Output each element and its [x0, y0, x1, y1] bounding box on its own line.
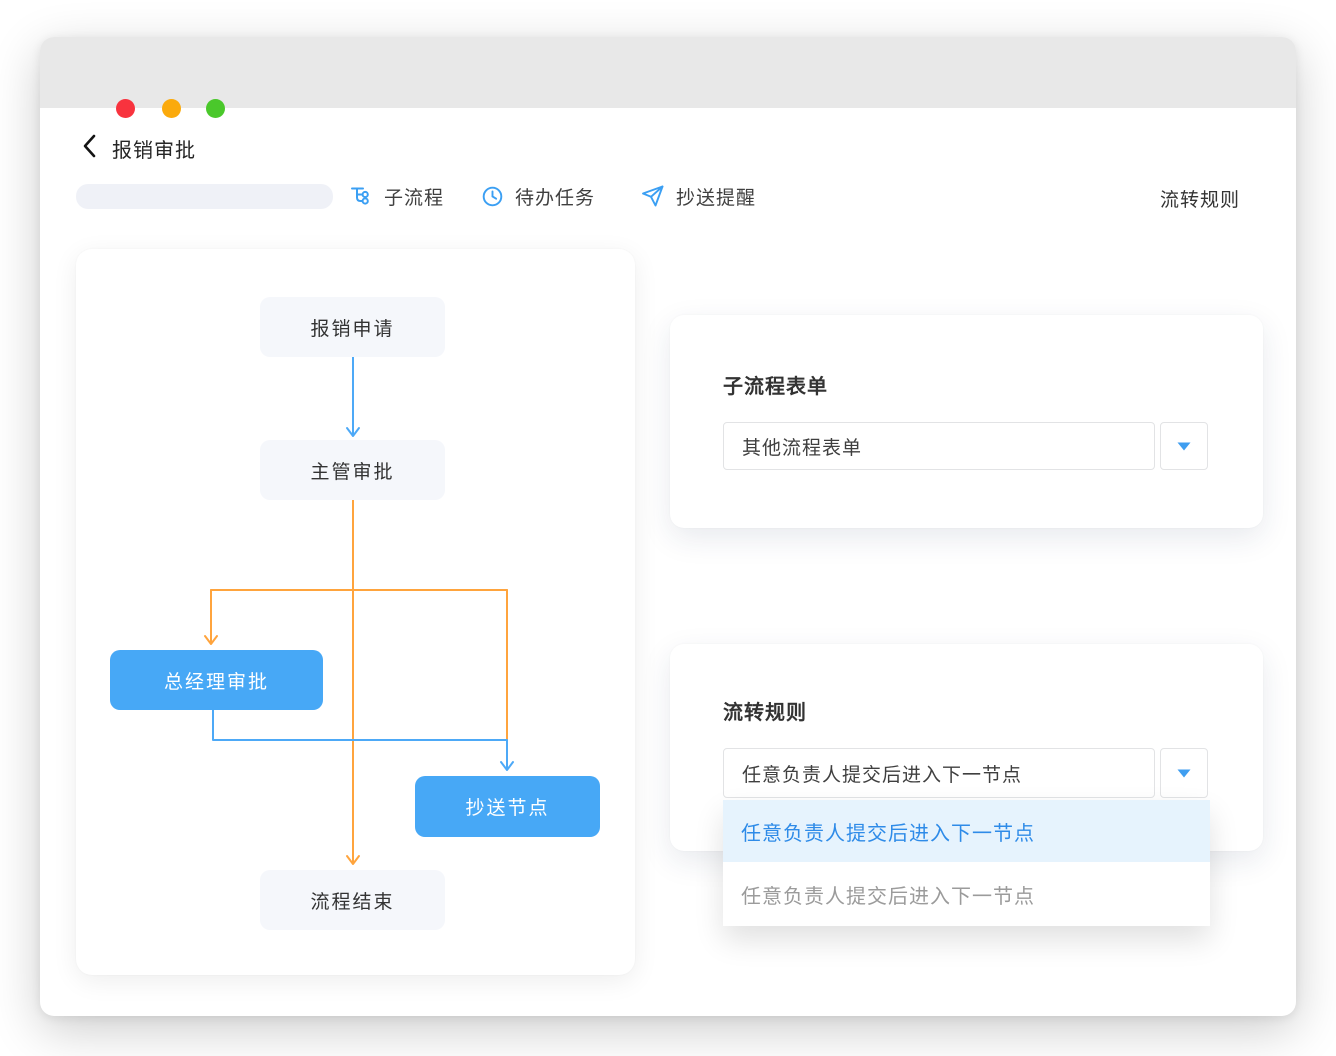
- flow-rule-select-button[interactable]: [1160, 748, 1208, 798]
- toolbar-item-cc-reminder[interactable]: 抄送提醒: [640, 182, 756, 210]
- search-pill[interactable]: [76, 184, 333, 209]
- flowchart-canvas: 报销申请 主管审批 总经理审批 抄送节点 流程结束: [76, 249, 635, 975]
- back-button[interactable]: [80, 133, 100, 159]
- dropdown-option[interactable]: 任意负责人提交后进入下一节点: [723, 862, 1210, 926]
- toolbar-label-todo-tasks: 待办任务: [515, 183, 595, 210]
- toolbar-label-cc-reminder: 抄送提醒: [676, 183, 756, 210]
- page-title: 报销审批: [112, 134, 196, 163]
- zoom-window-icon[interactable]: [206, 99, 225, 118]
- flow-node-cc[interactable]: 抄送节点: [415, 776, 600, 837]
- flow-rule-title: 流转规则: [723, 696, 807, 725]
- toolbar-item-todo-tasks[interactable]: 待办任务: [481, 182, 595, 210]
- subflow-icon: [349, 185, 373, 208]
- subflow-form-panel: 子流程表单 其他流程表单: [670, 315, 1263, 528]
- flow-node-start[interactable]: 报销申请: [260, 297, 445, 357]
- flow-rules-link[interactable]: 流转规则: [1160, 185, 1240, 212]
- flow-rule-dropdown: 任意负责人提交后进入下一节点 任意负责人提交后进入下一节点: [723, 800, 1210, 926]
- flow-rule-select[interactable]: 任意负责人提交后进入下一节点: [723, 748, 1155, 798]
- toolbar-label-subflow: 子流程: [384, 183, 444, 210]
- send-icon: [640, 184, 665, 208]
- flow-node-end[interactable]: 流程结束: [260, 870, 445, 930]
- toolbar-item-subflow[interactable]: 子流程: [349, 182, 444, 210]
- chevron-left-icon: [80, 133, 100, 159]
- flow-node-supervisor-approval[interactable]: 主管审批: [260, 440, 445, 500]
- flow-node-gm-approval[interactable]: 总经理审批: [110, 650, 323, 710]
- clock-icon: [481, 185, 504, 208]
- close-window-icon[interactable]: [116, 99, 135, 118]
- subflow-form-title: 子流程表单: [723, 370, 828, 399]
- dropdown-option-selected[interactable]: 任意负责人提交后进入下一节点: [723, 800, 1210, 862]
- subflow-form-select-button[interactable]: [1160, 422, 1208, 470]
- chevron-down-icon: [1176, 766, 1192, 780]
- flowchart-edges: [76, 249, 635, 975]
- app-screen: 报销审批 子流程 待办任务: [0, 0, 1336, 1056]
- minimize-window-icon[interactable]: [162, 99, 181, 118]
- subflow-form-select[interactable]: 其他流程表单: [723, 422, 1155, 470]
- chevron-down-icon: [1176, 439, 1192, 453]
- window-titlebar: [40, 37, 1296, 108]
